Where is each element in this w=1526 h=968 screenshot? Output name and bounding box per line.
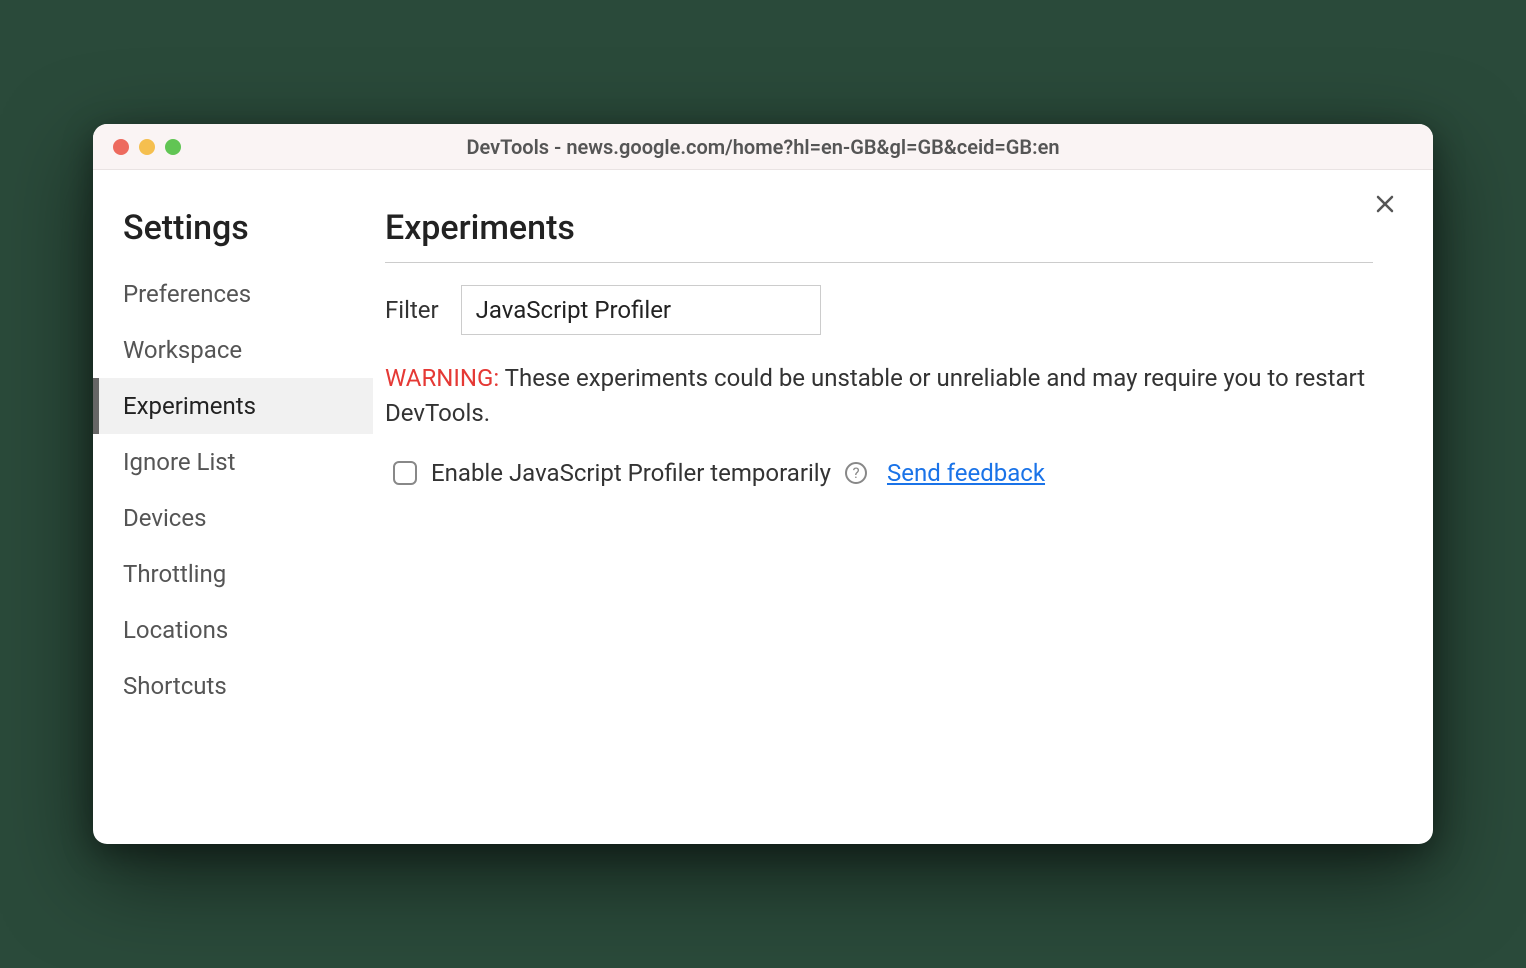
traffic-light-minimize[interactable] [139,139,155,155]
traffic-light-zoom[interactable] [165,139,181,155]
sidebar-item-label: Devices [123,504,206,532]
sidebar-item-label: Experiments [123,392,256,420]
window-title: DevTools - news.google.com/home?hl=en-GB… [111,135,1415,159]
devtools-window: DevTools - news.google.com/home?hl=en-GB… [93,124,1433,844]
main-panel: Experiments Filter WARNING: These experi… [373,170,1433,844]
sidebar-item-throttling[interactable]: Throttling [93,546,373,602]
sidebar-item-ignore-list[interactable]: Ignore List [93,434,373,490]
window-titlebar: DevTools - news.google.com/home?hl=en-GB… [93,124,1433,170]
page-title: Experiments [385,208,1373,263]
sidebar-item-label: Shortcuts [123,672,227,700]
sidebar-item-workspace[interactable]: Workspace [93,322,373,378]
warning-text: WARNING: These experiments could be unst… [385,361,1373,431]
warning-label: WARNING: [385,364,499,392]
feedback-link[interactable]: Send feedback [887,459,1045,487]
filter-label: Filter [385,296,439,324]
traffic-lights [113,139,181,155]
sidebar-item-experiments[interactable]: Experiments [93,378,373,434]
sidebar-item-label: Locations [123,616,228,644]
sidebar-item-locations[interactable]: Locations [93,602,373,658]
settings-sidebar: Settings Preferences Workspace Experimen… [93,170,373,844]
sidebar-item-devices[interactable]: Devices [93,490,373,546]
filter-row: Filter [385,285,1373,335]
sidebar-item-label: Throttling [123,560,226,588]
traffic-light-close[interactable] [113,139,129,155]
warning-body: These experiments could be unstable or u… [385,364,1365,427]
experiment-checkbox[interactable] [393,461,417,485]
sidebar-item-label: Ignore List [123,448,236,476]
sidebar-item-label: Preferences [123,280,251,308]
sidebar-item-preferences[interactable]: Preferences [93,266,373,322]
sidebar-item-shortcuts[interactable]: Shortcuts [93,658,373,714]
sidebar-item-label: Workspace [123,336,242,364]
sidebar-title: Settings [93,208,373,266]
help-icon[interactable]: ? [845,462,867,484]
content-area: Settings Preferences Workspace Experimen… [93,170,1433,844]
experiment-label: Enable JavaScript Profiler temporarily [431,459,831,487]
experiment-row: Enable JavaScript Profiler temporarily ?… [385,459,1373,487]
close-icon[interactable] [1373,192,1397,220]
filter-input[interactable] [461,285,821,335]
